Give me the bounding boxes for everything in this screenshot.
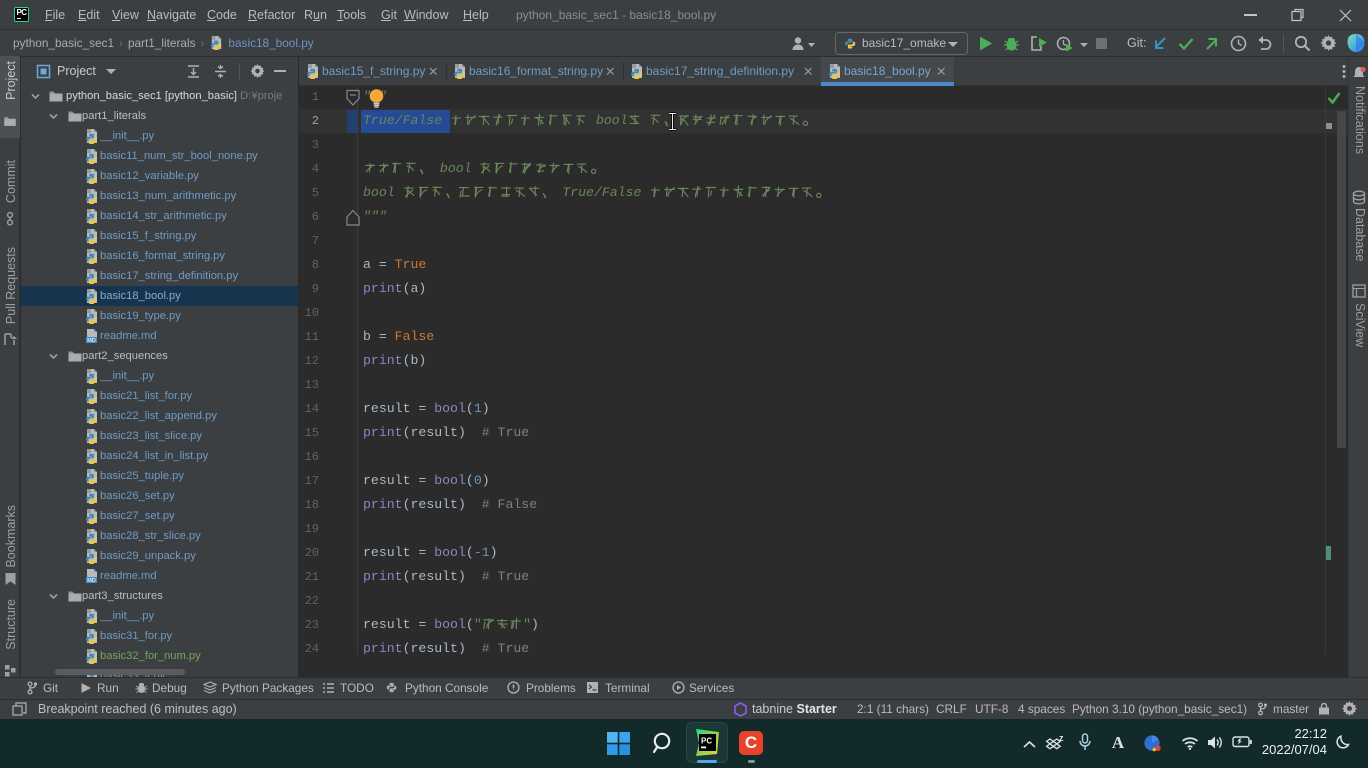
- svg-text:z: z: [1059, 734, 1064, 743]
- svg-text:PC: PC: [701, 737, 712, 746]
